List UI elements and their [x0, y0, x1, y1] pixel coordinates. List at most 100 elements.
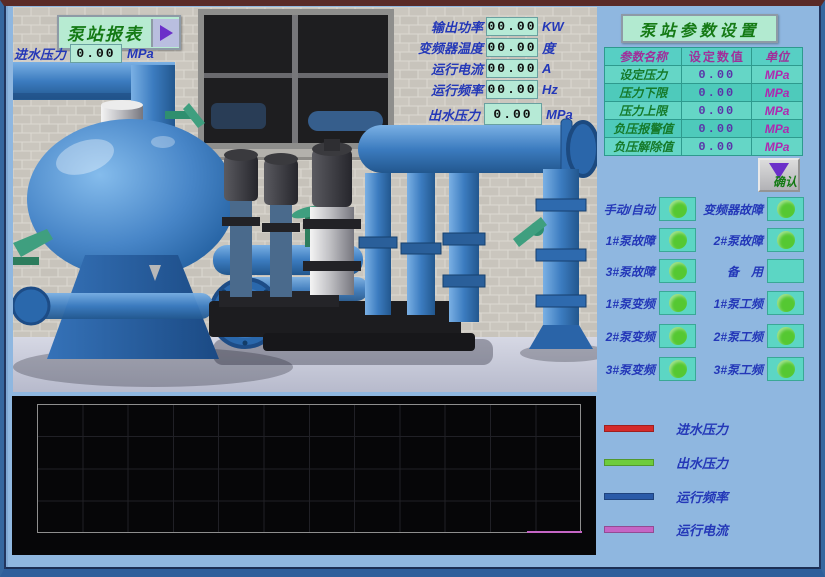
legend-label: 运行电流	[676, 520, 728, 539]
legend-item: 出水压力	[604, 454, 728, 470]
pump3-vfd-label: 3#泵变频	[596, 361, 659, 378]
report-play-button[interactable]	[151, 19, 179, 47]
pump3-vfd-lamp	[659, 357, 696, 381]
telemetry-row: 运行电流 00.00 A	[407, 58, 572, 79]
play-icon	[160, 25, 173, 41]
inverter-temp-label: 变频器温度	[407, 38, 483, 57]
outlet-pressure-value: 0.00	[484, 103, 542, 125]
legend-swatch-run-frequency	[604, 493, 654, 500]
inverter-temp-unit: 度	[542, 38, 572, 57]
pump1-vfd-lamp	[659, 291, 696, 315]
run-current-trace	[527, 531, 582, 533]
inverter-fault-lamp	[767, 197, 804, 221]
param-header-row: 参数名称 设定数值 单位	[605, 48, 803, 66]
status-row-1: 手动/自动 变频器故障	[596, 196, 804, 222]
param-unit-cell: MPa	[752, 120, 803, 138]
param-value-cell[interactable]: 0.00	[682, 84, 752, 102]
legend-item: 运行电流	[604, 521, 728, 537]
manual-auto-lamp[interactable]	[659, 197, 696, 221]
pump1-mains-lamp	[767, 291, 804, 315]
status-row-2: 1#泵故障 2#泵故障	[596, 227, 804, 253]
param-name-cell: 负压报警值	[605, 120, 682, 138]
param-row: 负压报警值 0.00 MPa	[605, 120, 803, 138]
param-row: 设定压力 0.00 MPa	[605, 66, 803, 84]
pump3-mains-lamp	[767, 357, 804, 381]
legend-item: 运行频率	[604, 488, 728, 504]
lamp-dot	[777, 231, 795, 249]
status-row-5: 2#泵变频 2#泵工频	[596, 323, 804, 349]
legend-swatch-run-current	[604, 526, 654, 533]
output-power-value: 00.00	[486, 17, 538, 36]
legend-label: 出水压力	[676, 453, 728, 472]
lamp-dot	[669, 360, 687, 378]
legend-label: 进水压力	[676, 419, 728, 438]
param-name-cell: 压力上限	[605, 102, 682, 120]
hmi-screen: 泵站报表 进水压力 0.00 MPa 输出功率 00.00 KW 变频器温度 0…	[0, 0, 825, 577]
output-power-unit: KW	[542, 19, 572, 34]
legend-item: 进水压力	[604, 420, 728, 436]
param-value-cell[interactable]: 0.00	[682, 120, 752, 138]
output-power-label: 输出功率	[407, 17, 483, 36]
run-frequency-unit: Hz	[542, 82, 572, 97]
header-unit: 单位	[752, 48, 803, 66]
lamp-dot	[669, 327, 687, 345]
param-row: 负压解除值 0.00 MPa	[605, 138, 803, 156]
telemetry-row: 输出功率 00.00 KW	[407, 16, 572, 37]
inlet-pressure-label: 进水压力	[14, 44, 66, 63]
legend-swatch-inlet-pressure	[604, 425, 654, 432]
pump2-fault-lamp	[767, 228, 804, 252]
riser-pipes	[359, 157, 485, 322]
param-name-cell: 压力下限	[605, 84, 682, 102]
param-name-cell: 负压解除值	[605, 138, 682, 156]
pump3-mains-label: 3#泵工频	[696, 361, 767, 378]
lamp-dot	[669, 200, 687, 218]
spare-lamp	[767, 259, 804, 283]
confirm-button[interactable]: 确认	[758, 158, 800, 192]
confirm-button-label: 确认	[773, 173, 797, 190]
param-name-cell: 设定压力	[605, 66, 682, 84]
status-row-3: 3#泵故障 备 用	[596, 258, 804, 284]
pump1-fault-lamp	[659, 228, 696, 252]
legend-swatch-outlet-pressure	[604, 459, 654, 466]
pump3-fault-lamp	[659, 259, 696, 283]
param-value-cell[interactable]: 0.00	[682, 138, 752, 156]
header-param-name: 参数名称	[605, 48, 682, 66]
run-current-value: 00.00	[486, 59, 538, 78]
run-frequency-label: 运行频率	[407, 80, 483, 99]
param-value-cell[interactable]: 0.00	[682, 66, 752, 84]
outlet-pressure-label: 出水压力	[428, 105, 480, 124]
pump2-fault-label: 2#泵故障	[696, 232, 767, 249]
lamp-dot	[777, 294, 795, 312]
inverter-fault-label: 变频器故障	[696, 201, 767, 218]
manual-auto-label: 手动/自动	[596, 201, 659, 218]
telemetry-fields: 输出功率 00.00 KW 变频器温度 00.00 度 运行电流 00.00 A…	[407, 16, 572, 100]
header-set-value: 设定数值	[682, 48, 752, 66]
lamp-dot	[669, 231, 687, 249]
run-current-label: 运行电流	[407, 59, 483, 78]
param-value-cell[interactable]: 0.00	[682, 102, 752, 120]
telemetry-row: 变频器温度 00.00 度	[407, 37, 572, 58]
param-row: 压力下限 0.00 MPa	[605, 84, 803, 102]
lamp-dot	[777, 360, 795, 378]
inlet-pressure-value: 0.00	[70, 44, 122, 63]
inlet-pressure-field: 进水压力 0.00 MPa	[14, 43, 154, 63]
pump3-fault-label: 3#泵故障	[596, 263, 659, 280]
param-row: 压力上限 0.00 MPa	[605, 102, 803, 120]
spare-label: 备 用	[696, 263, 767, 280]
pump2-vfd-lamp	[659, 324, 696, 348]
lamp-dot	[669, 262, 687, 280]
lamp-dot	[777, 327, 795, 345]
settings-panel-title: 泵站参数设置	[621, 14, 778, 43]
lamp-dot	[669, 294, 687, 312]
parameter-table: 参数名称 设定数值 单位 设定压力 0.00 MPa 压力下限 0.00 MPa…	[604, 47, 803, 156]
inlet-pressure-unit: MPa	[127, 46, 154, 61]
pump1-fault-label: 1#泵故障	[596, 232, 659, 249]
pump1-mains-label: 1#泵工频	[696, 295, 767, 312]
trend-chart	[12, 396, 596, 555]
param-unit-cell: MPa	[752, 102, 803, 120]
param-unit-cell: MPa	[752, 138, 803, 156]
param-unit-cell: MPa	[752, 84, 803, 102]
param-unit-cell: MPa	[752, 66, 803, 84]
run-current-unit: A	[542, 61, 572, 76]
status-row-4: 1#泵变频 1#泵工频	[596, 290, 804, 316]
